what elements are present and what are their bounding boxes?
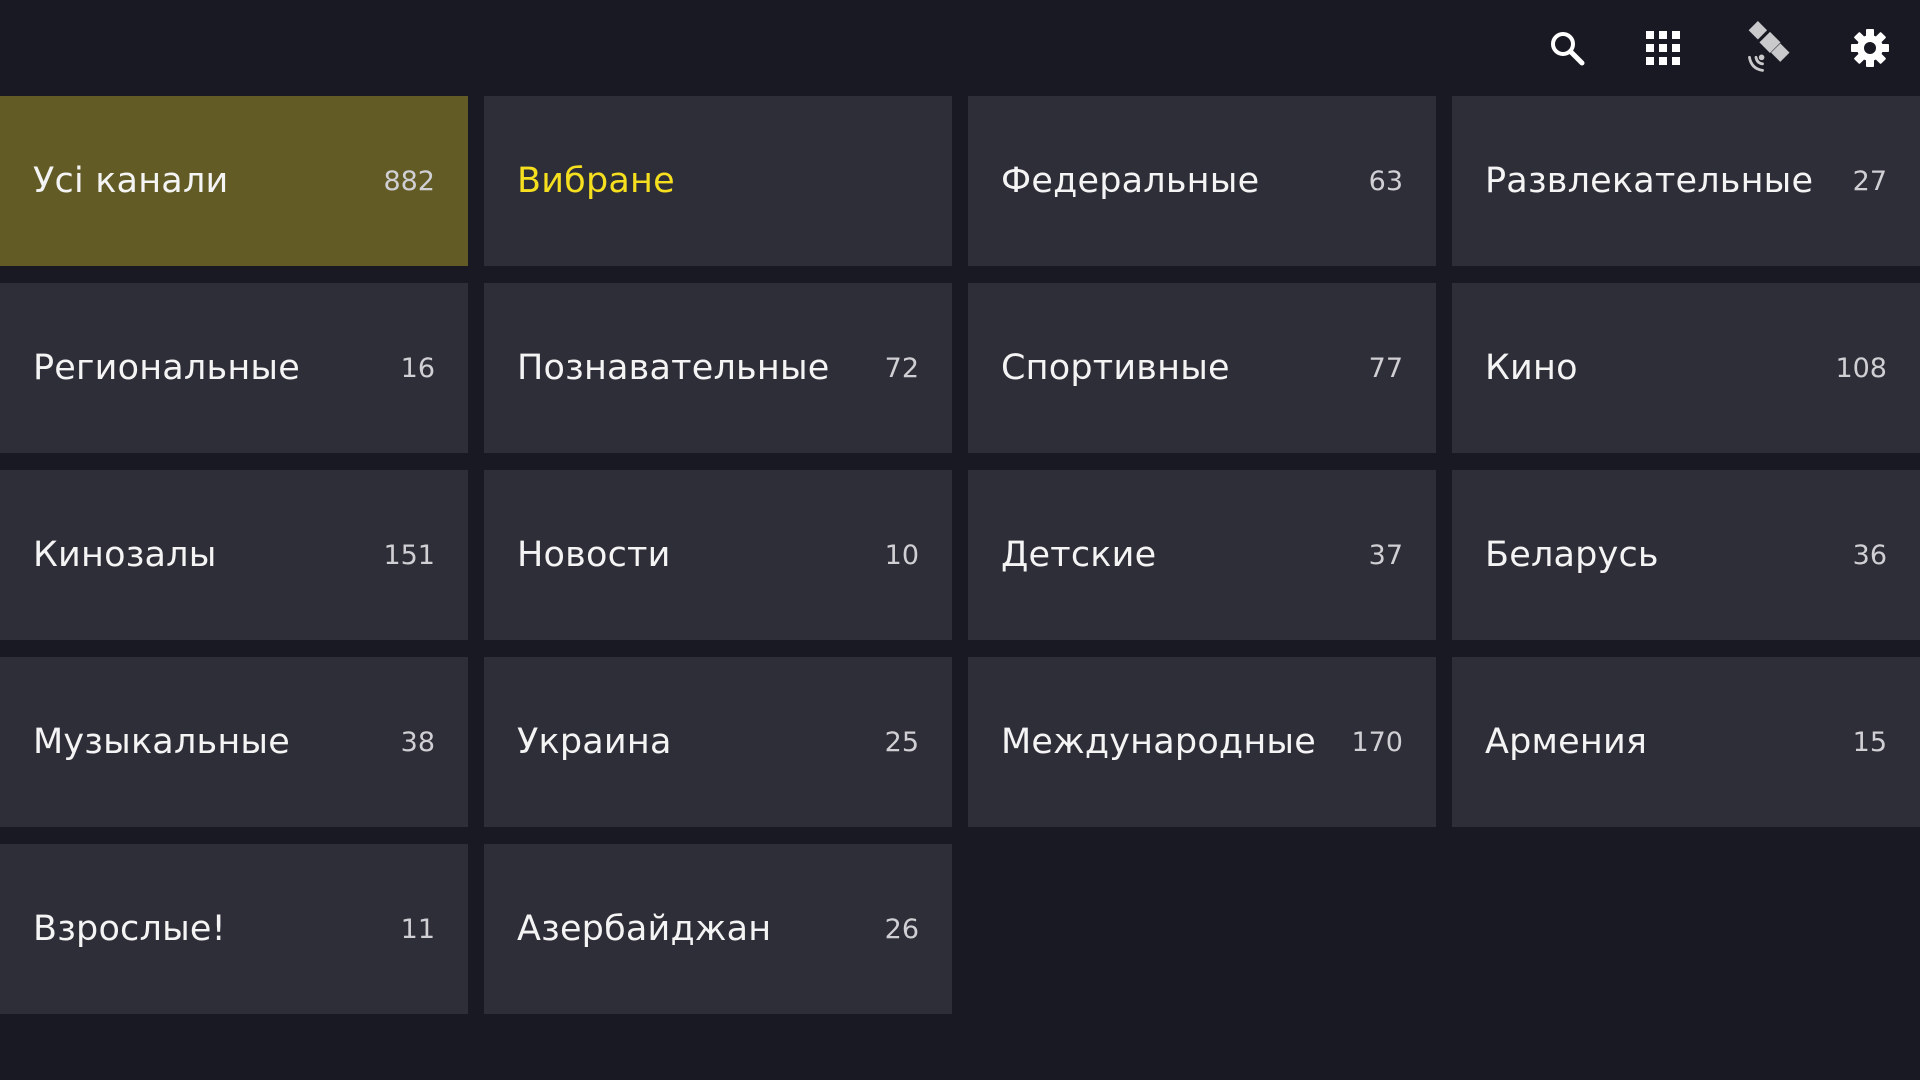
category-tile[interactable]: Азербайджан 26 [484,844,952,1014]
category-label: Детские [1001,535,1157,575]
category-tile[interactable]: Музыкальные 38 [0,657,468,827]
category-count: 16 [400,352,435,384]
category-tile[interactable]: Спортивные 77 [968,283,1436,453]
category-label: Новости [517,535,671,575]
category-count: 170 [1351,726,1403,758]
category-tile[interactable]: Кино 108 [1452,283,1920,453]
category-tile[interactable]: Армения 15 [1452,657,1920,827]
gear-icon[interactable] [1842,20,1898,76]
category-label: Беларусь [1485,535,1659,575]
category-label: Познавательные [517,348,830,388]
category-tile[interactable]: Международные 170 [968,657,1436,827]
category-tile[interactable]: Детские 37 [968,470,1436,640]
category-label: Усі канали [33,161,229,201]
category-tile[interactable]: Взрослые! 11 [0,844,468,1014]
category-count: 151 [383,539,435,571]
category-tile[interactable]: Кинозалы 151 [0,470,468,640]
category-label: Кинозалы [33,535,217,575]
category-label: Вибране [517,161,675,201]
category-label: Украина [517,722,672,762]
category-label: Кино [1485,348,1578,388]
category-count: 26 [884,913,919,945]
category-count: 108 [1835,352,1887,384]
category-label: Развлекательные [1485,161,1814,201]
category-label: Азербайджан [517,909,772,949]
category-grid: Усі канали 882 Вибране Федеральные 63 Ра… [0,96,1920,1014]
category-count: 38 [400,726,435,758]
category-count: 36 [1852,539,1887,571]
category-count: 72 [884,352,919,384]
category-tile[interactable]: Украина 25 [484,657,952,827]
category-label: Федеральные [1001,161,1260,201]
category-count: 10 [884,539,919,571]
search-icon[interactable] [1539,20,1595,76]
category-tile[interactable]: Федеральные 63 [968,96,1436,266]
category-label: Армения [1485,722,1648,762]
category-count: 882 [383,165,435,197]
category-count: 11 [400,913,435,945]
category-tile-all-channels[interactable]: Усі канали 882 [0,96,468,266]
apps-grid-icon[interactable] [1635,20,1691,76]
category-label: Международные [1001,722,1316,762]
category-label: Региональные [33,348,300,388]
satellite-icon[interactable] [1742,20,1798,76]
category-tile[interactable]: Развлекательные 27 [1452,96,1920,266]
category-tile[interactable]: Беларусь 36 [1452,470,1920,640]
category-count: 25 [884,726,919,758]
category-tile[interactable]: Познавательные 72 [484,283,952,453]
top-toolbar [0,0,1920,96]
category-count: 77 [1368,352,1403,384]
category-tile[interactable]: Региональные 16 [0,283,468,453]
category-label: Спортивные [1001,348,1230,388]
category-tile[interactable]: Новости 10 [484,470,952,640]
category-count: 27 [1852,165,1887,197]
category-label: Музыкальные [33,722,290,762]
category-label: Взрослые! [33,909,226,949]
category-tile-favorites[interactable]: Вибране [484,96,952,266]
category-count: 37 [1368,539,1403,571]
category-count: 15 [1852,726,1887,758]
category-count: 63 [1368,165,1403,197]
